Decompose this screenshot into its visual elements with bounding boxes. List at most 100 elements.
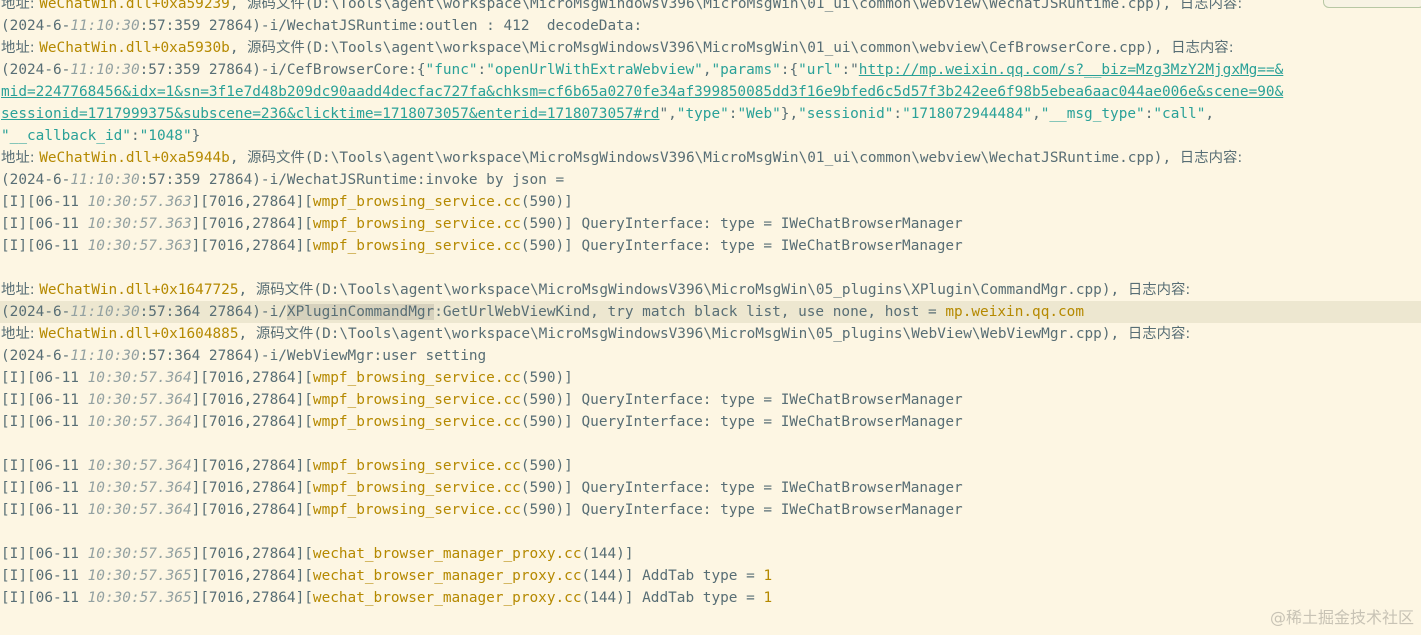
log-link[interactable]: mid=2247768456&idx=1&sn=3f1e7d48b209dc90… — [1, 84, 1283, 100]
log-segment: 源码文件 — [255, 326, 314, 342]
log-line[interactable]: (2024-6-11:10:30:57:359 27864)-i/WechatJ… — [0, 169, 1421, 191]
log-segment: 10:30:57.364 — [87, 458, 192, 474]
log-segment: [I][06-11 — [1, 568, 88, 584]
log-segment: , — [229, 150, 248, 166]
log-segment: ][7016,27864][ — [191, 216, 313, 232]
log-segment: , — [238, 282, 256, 298]
log-segment: 11:10:30 — [70, 172, 140, 188]
log-link[interactable]: http://mp.weixin.qq.com/s?__biz=Mzg3MzY2… — [859, 62, 1284, 78]
log-segment: mp.weixin.qq.com — [945, 304, 1085, 320]
log-segment: : — [477, 62, 487, 78]
log-line[interactable] — [0, 257, 1421, 279]
log-line[interactable]: "__callback_id":"1048"} — [0, 125, 1421, 147]
log-line[interactable]: [I][06-11 10:30:57.365][7016,27864][wech… — [0, 587, 1421, 609]
log-segment: wmpf_browsing_service.cc — [312, 392, 521, 408]
log-segment: 10:30:57.365 — [87, 546, 192, 562]
log-line-current[interactable]: (2024-6-11:10:30:57:364 27864)-i/XPlugin… — [0, 301, 1421, 323]
log-segment: "type" — [676, 106, 729, 122]
log-segment: ][7016,27864][ — [191, 480, 313, 496]
log-segment: 10:30:57.363 — [87, 238, 192, 254]
log-segment: (2024-6- — [1, 172, 71, 188]
log-line[interactable]: sessionid=1717999375&subscene=236&clickt… — [0, 103, 1421, 125]
log-segment: "1718072944484" — [902, 106, 1033, 122]
log-segment: 1 — [763, 568, 773, 584]
log-segment: wmpf_browsing_service.cc — [312, 414, 521, 430]
log-line[interactable] — [0, 521, 1421, 543]
log-segment: 地址: — [1, 0, 40, 12]
log-segment: 地址: — [1, 282, 40, 298]
log-line[interactable]: [I][06-11 10:30:57.364][7016,27864][wmpf… — [0, 455, 1421, 477]
log-segment: (144)] — [581, 546, 634, 562]
log-segment: [I][06-11 — [1, 414, 88, 430]
log-line[interactable]: [I][06-11 10:30:57.364][7016,27864][wmpf… — [0, 367, 1421, 389]
log-line[interactable]: [I][06-11 10:30:57.364][7016,27864][wmpf… — [0, 411, 1421, 433]
log-segment: WeChatWin.dll+0xa5930b — [39, 40, 230, 56]
log-segment: [I][06-11 — [1, 590, 88, 606]
log-line[interactable]: [I][06-11 10:30:57.363][7016,27864][wmpf… — [0, 213, 1421, 235]
log-segment: (D:\Tools\agent\workspace\MicroMsgWindow… — [313, 282, 1128, 298]
log-segment: (2024-6- — [1, 304, 71, 320]
log-segment: 10:30:57.364 — [87, 502, 192, 518]
log-segment: (590)] QueryInterface: type = IWeChatBro… — [520, 480, 963, 496]
log-segment: } — [191, 128, 201, 144]
log-line[interactable]: [I][06-11 10:30:57.364][7016,27864][wmpf… — [0, 477, 1421, 499]
log-line[interactable]: mid=2247768456&idx=1&sn=3f1e7d48b209dc90… — [0, 81, 1421, 103]
log-line[interactable]: [I][06-11 10:30:57.365][7016,27864][wech… — [0, 543, 1421, 565]
log-segment: 11:10:30 — [70, 348, 140, 364]
log-segment: 1 — [763, 590, 773, 606]
log-segment: "params" — [711, 62, 781, 78]
log-segment: WeChatWin.dll+0x1604885 — [39, 326, 239, 342]
log-segment: (590)] QueryInterface: type = IWeChatBro… — [520, 414, 963, 430]
log-segment: wmpf_browsing_service.cc — [312, 216, 521, 232]
log-segment: "1048" — [139, 128, 192, 144]
log-segment: 10:30:57.364 — [87, 414, 192, 430]
log-segment: :GetUrlWebViewKind, try match black list… — [434, 304, 946, 320]
log-line[interactable]: (2024-6-11:10:30:57:359 27864)-i/WechatJ… — [0, 15, 1421, 37]
log-line[interactable]: (2024-6-11:10:30:57:364 27864)-i/WebView… — [0, 345, 1421, 367]
log-line[interactable]: [I][06-11 10:30:57.364][7016,27864][wmpf… — [0, 499, 1421, 521]
log-line[interactable]: 地址: WeChatWin.dll+0x1647725, 源码文件(D:\Too… — [0, 279, 1421, 301]
log-line[interactable]: 地址: WeChatWin.dll+0xa5930b, 源码文件(D:\Tool… — [0, 37, 1421, 59]
log-segment: (590)] — [520, 370, 573, 386]
log-segment: [I][06-11 — [1, 392, 88, 408]
log-line[interactable]: 地址: WeChatWin.dll+0xa59239, 源码文件(D:\Tool… — [0, 0, 1421, 15]
log-segment: 11:10:30 — [70, 18, 140, 34]
log-segment: 日志内容: — [1179, 150, 1243, 166]
log-segment: (2024-6- — [1, 348, 71, 364]
log-segment: : — [893, 106, 903, 122]
log-viewer: 地址: WeChatWin.dll+0xa59239, 源码文件(D:\Tool… — [0, 0, 1421, 609]
log-segment: [I][06-11 — [1, 480, 88, 496]
log-segment: 10:30:57.365 — [87, 568, 192, 584]
log-segment: [I][06-11 — [1, 194, 88, 210]
log-link[interactable]: sessionid=1717999375&subscene=236&clickt… — [1, 106, 659, 122]
log-segment: }, — [780, 106, 799, 122]
log-segment: 10:30:57.365 — [87, 590, 192, 606]
log-segment: 源码文件 — [247, 40, 305, 56]
log-segment: 10:30:57.364 — [87, 480, 192, 496]
log-segment: wechat_browser_manager_proxy.cc — [312, 546, 582, 562]
log-segment: wmpf_browsing_service.cc — [312, 502, 521, 518]
log-segment: :{ — [780, 62, 799, 78]
log-segment: 源码文件 — [247, 150, 305, 166]
log-segment: "url" — [798, 62, 842, 78]
log-segment: (590)] QueryInterface: type = IWeChatBro… — [520, 238, 963, 254]
log-segment: : — [130, 128, 140, 144]
log-segment: wechat_browser_manager_proxy.cc — [312, 568, 582, 584]
log-segment: [I][06-11 — [1, 502, 88, 518]
log-line[interactable]: [I][06-11 10:30:57.364][7016,27864][wmpf… — [0, 389, 1421, 411]
log-line[interactable]: [I][06-11 10:30:57.365][7016,27864][wech… — [0, 565, 1421, 587]
log-line[interactable]: [I][06-11 10:30:57.363][7016,27864][wmpf… — [0, 235, 1421, 257]
log-line[interactable]: [I][06-11 10:30:57.363][7016,27864][wmpf… — [0, 191, 1421, 213]
log-segment: ][7016,27864][ — [191, 546, 313, 562]
log-segment: (2024-6- — [1, 18, 71, 34]
log-segment: (590)] — [520, 458, 573, 474]
log-segment: [I][06-11 — [1, 370, 88, 386]
corner-badge — [1323, 0, 1421, 8]
log-segment: ][7016,27864][ — [191, 194, 313, 210]
log-line[interactable]: (2024-6-11:10:30:57:359 27864)-i/CefBrow… — [0, 59, 1421, 81]
log-line[interactable] — [0, 433, 1421, 455]
log-line[interactable]: 地址: WeChatWin.dll+0xa5944b, 源码文件(D:\Tool… — [0, 147, 1421, 169]
log-segment: ][7016,27864][ — [191, 590, 313, 606]
log-segment: WeChatWin.dll+0xa5944b — [39, 150, 230, 166]
log-line[interactable]: 地址: WeChatWin.dll+0x1604885, 源码文件(D:\Too… — [0, 323, 1421, 345]
